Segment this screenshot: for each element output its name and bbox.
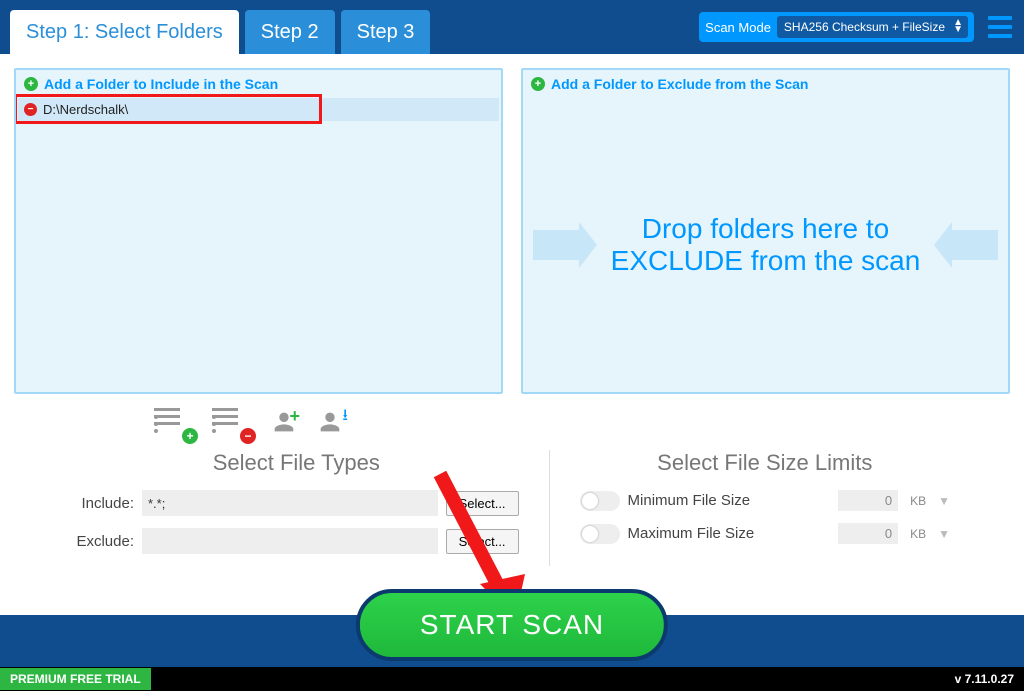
step-tabs: Step 1: Select Folders Step 2 Step 3 bbox=[10, 0, 430, 54]
list-action-row: + − + ⭳ bbox=[14, 394, 1010, 450]
remove-folder-icon[interactable]: − bbox=[24, 103, 37, 116]
include-panel: + Add a Folder to Include in the Scan − … bbox=[14, 68, 503, 394]
add-list-button[interactable]: + bbox=[154, 408, 194, 440]
exclude-types-select-button[interactable]: Select... bbox=[446, 529, 519, 554]
file-types-section: Select File Types Include: Select... Exc… bbox=[74, 450, 519, 566]
tab-step2[interactable]: Step 2 bbox=[245, 10, 335, 54]
version-label: v 7.11.0.27 bbox=[955, 672, 1024, 686]
scan-mode-text: SHA256 Checksum + FileSize bbox=[784, 20, 945, 34]
add-exclude-label: Add a Folder to Exclude from the Scan bbox=[551, 76, 808, 92]
max-size-input[interactable] bbox=[838, 523, 898, 544]
min-size-toggle[interactable] bbox=[580, 491, 620, 511]
start-scan-button[interactable]: START SCAN bbox=[356, 589, 668, 661]
add-include-folder-button[interactable]: + Add a Folder to Include in the Scan bbox=[16, 70, 501, 98]
exclude-drop-text: Drop folders here to EXCLUDE from the sc… bbox=[591, 213, 940, 277]
exclude-types-input[interactable] bbox=[142, 528, 438, 554]
remove-list-button[interactable]: − bbox=[212, 408, 252, 440]
include-types-input[interactable] bbox=[142, 490, 438, 516]
plus-icon: + bbox=[531, 77, 545, 91]
tab-step1[interactable]: Step 1: Select Folders bbox=[10, 10, 239, 54]
filters-section: Select File Types Include: Select... Exc… bbox=[14, 450, 1010, 584]
include-folder-row[interactable]: − D:\Nerdschalk\ bbox=[18, 98, 499, 121]
include-types-select-button[interactable]: Select... bbox=[446, 491, 519, 516]
trial-badge[interactable]: PREMIUM FREE TRIAL bbox=[0, 668, 151, 690]
updown-icon: ▲▼ bbox=[953, 19, 963, 33]
min-size-unit: KB bbox=[910, 494, 926, 508]
exclude-dropzone[interactable]: Drop folders here to EXCLUDE from the sc… bbox=[523, 98, 1008, 392]
footer-bar: PREMIUM FREE TRIAL v 7.11.0.27 bbox=[0, 667, 1024, 691]
arrow-right-icon bbox=[533, 230, 579, 260]
plus-badge-icon: + bbox=[182, 428, 198, 444]
plus-icon: + bbox=[24, 77, 38, 91]
import-profile-button[interactable]: ⭳ bbox=[316, 408, 344, 436]
min-size-input[interactable] bbox=[838, 490, 898, 511]
max-size-unit: KB bbox=[910, 527, 926, 541]
plus-icon: + bbox=[289, 406, 300, 427]
exclude-panel: + Add a Folder to Exclude from the Scan … bbox=[521, 68, 1010, 394]
menu-icon[interactable] bbox=[984, 12, 1016, 42]
include-folder-path: D:\Nerdschalk\ bbox=[43, 102, 128, 117]
max-size-label: Maximum File Size bbox=[628, 525, 831, 542]
size-limits-title: Select File Size Limits bbox=[580, 450, 950, 476]
add-profile-button[interactable]: + bbox=[270, 408, 298, 436]
add-exclude-folder-button[interactable]: + Add a Folder to Exclude from the Scan bbox=[523, 70, 1008, 98]
dropdown-icon[interactable]: ▼ bbox=[938, 494, 950, 508]
max-size-toggle[interactable] bbox=[580, 524, 620, 544]
scan-mode-value[interactable]: SHA256 Checksum + FileSize ▲▼ bbox=[777, 16, 968, 38]
scan-mode-selector[interactable]: Scan Mode SHA256 Checksum + FileSize ▲▼ bbox=[699, 12, 974, 42]
include-types-label: Include: bbox=[74, 495, 134, 512]
add-include-label: Add a Folder to Include in the Scan bbox=[44, 76, 278, 92]
exclude-types-label: Exclude: bbox=[74, 533, 134, 550]
file-types-title: Select File Types bbox=[74, 450, 519, 476]
download-icon: ⭳ bbox=[342, 404, 348, 431]
tab-step3[interactable]: Step 3 bbox=[341, 10, 431, 54]
arrow-left-icon bbox=[952, 230, 998, 260]
size-limits-section: Select File Size Limits Minimum File Siz… bbox=[549, 450, 950, 566]
minus-badge-icon: − bbox=[240, 428, 256, 444]
scan-mode-label: Scan Mode bbox=[705, 20, 771, 35]
min-size-label: Minimum File Size bbox=[628, 492, 831, 509]
scan-bar: START SCAN bbox=[0, 615, 1024, 667]
main-area: + Add a Folder to Include in the Scan − … bbox=[0, 54, 1024, 615]
top-bar: Step 1: Select Folders Step 2 Step 3 Sca… bbox=[0, 0, 1024, 54]
dropdown-icon[interactable]: ▼ bbox=[938, 527, 950, 541]
